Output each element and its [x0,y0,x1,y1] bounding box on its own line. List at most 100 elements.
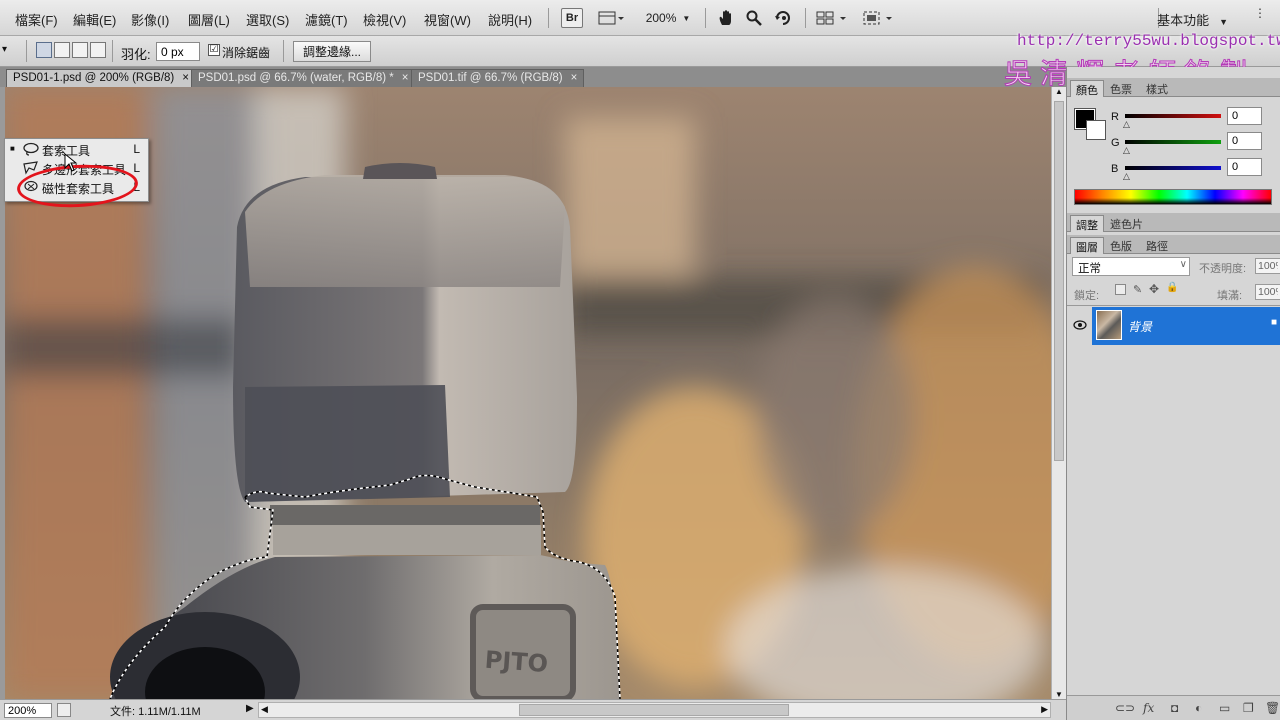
menu-layer[interactable]: 圖層(L) [188,10,230,29]
status-info-menu-icon[interactable]: ▶ [246,703,254,714]
menu-edit[interactable]: 編輯(E) [73,10,116,29]
brush-icon[interactable]: ✎ [1133,283,1142,296]
layers-panel-footer: ⊂⊃ fx ◘ ◐ ▭ ❐ 🗑 [1067,695,1280,720]
add-mask-icon[interactable]: ◘ [1171,701,1178,715]
tab-color[interactable]: 顏色 [1070,80,1104,97]
tool-preset-picker[interactable]: ▾ [2,44,7,55]
hand-icon [719,10,731,25]
feather-input[interactable] [156,42,200,61]
new-group-icon[interactable]: ▭ [1219,701,1230,715]
vertical-scrollbar[interactable]: ▲ ▼ [1051,87,1066,699]
green-value-field[interactable] [1227,132,1262,150]
document-canvas[interactable]: PJTO [5,87,1051,699]
hand-tool-button[interactable] [716,8,736,28]
scroll-right-icon[interactable]: ▶ [1041,704,1048,715]
workspace-switcher[interactable]: 基本功能 ▼ [1157,10,1228,29]
blue-value-field[interactable] [1227,158,1262,176]
blue-channel-label: B [1111,163,1119,175]
tab-styles[interactable]: 樣式 [1141,80,1173,97]
background-color-swatch[interactable] [1086,120,1106,140]
refine-edge-button[interactable]: 調整邊緣... [293,41,371,62]
eye-icon[interactable] [1073,319,1087,333]
antialias-checkbox[interactable]: ☑ [208,44,220,56]
move-icon[interactable]: ✥ [1149,282,1159,296]
menu-image[interactable]: 影像(I) [131,10,169,29]
status-menu-button[interactable] [57,703,71,717]
subtract-from-selection-button[interactable] [72,42,88,58]
blend-mode-dropdown[interactable]: 正常 ∨ [1072,257,1190,276]
red-value-field[interactable] [1227,107,1262,125]
bridge-button[interactable]: Br [561,8,583,28]
blue-slider[interactable] [1125,166,1221,170]
scroll-up-icon[interactable]: ▲ [1055,87,1063,96]
color-spectrum-ramp[interactable] [1074,189,1272,205]
view-extras-button[interactable] [596,8,626,28]
new-layer-icon[interactable]: ❐ [1243,701,1254,715]
adjustment-layer-icon[interactable]: ◐ [1195,701,1202,715]
trash-icon[interactable]: 🗑 [1265,701,1280,715]
layer-thumbnail [1096,310,1122,340]
rotate-view-icon [775,11,790,25]
screen-mode-icon [863,11,892,25]
intersect-selection-button[interactable] [90,42,106,58]
tab-paths[interactable]: 路徑 [1141,237,1173,254]
close-icon[interactable]: × [571,72,578,84]
tab-psd01-1[interactable]: PSD01-1.psd @ 200% (RGB/8) × [6,69,196,87]
add-to-selection-button[interactable] [54,42,70,58]
fx-icon[interactable]: fx [1143,701,1154,715]
lock-icon[interactable]: 🔒 [1166,282,1178,293]
fill-field[interactable] [1255,284,1280,300]
arrange-documents-button[interactable] [815,8,851,28]
shortcut-key: L [133,142,140,156]
status-bar: 文件: 1.11M/1.11M ▶ ◀ ▶ [0,699,1066,720]
panels-dock: 顏色 色票 樣式 R △ G △ B △ 調整 遮色片 圖層 色版 路徑 正常 ∨… [1066,67,1280,720]
tab-adjustments[interactable]: 調整 [1070,215,1104,232]
scrollbar-thumb[interactable] [1054,101,1064,461]
tab-psd01-tif[interactable]: PSD01.tif @ 66.7% (RGB/8) × [411,69,585,87]
menu-view[interactable]: 檢視(V) [363,10,406,29]
watermark-url: http://terry55wu.blogspot.tw [1017,32,1280,50]
window-menu-button[interactable]: ⋮ [1254,6,1268,26]
options-separator [283,40,284,62]
screen-mode-button[interactable] [861,8,897,28]
close-icon[interactable]: × [182,72,189,84]
blend-mode-value: 正常 [1078,263,1101,275]
options-separator [112,40,113,62]
opacity-field[interactable] [1255,258,1280,274]
scroll-down-icon[interactable]: ▼ [1055,690,1063,699]
slider-thumb-icon[interactable]: △ [1123,145,1130,156]
magnifier-icon [746,10,762,26]
tab-swatches[interactable]: 色票 [1105,80,1137,97]
menu-select[interactable]: 選取(S) [246,10,289,29]
green-channel-label: G [1111,137,1120,149]
rotate-view-button[interactable] [772,8,794,28]
slider-thumb-icon[interactable]: △ [1123,171,1130,182]
scrollbar-thumb[interactable] [519,704,789,716]
red-slider[interactable] [1125,114,1221,118]
close-icon[interactable]: × [402,72,409,84]
menu-window[interactable]: 視窗(W) [424,10,471,29]
green-slider[interactable] [1125,140,1221,144]
tab-layers[interactable]: 圖層 [1070,237,1104,254]
menu-help[interactable]: 說明(H) [488,10,532,29]
tab-masks[interactable]: 遮色片 [1105,215,1148,232]
menu-filter[interactable]: 濾鏡(T) [305,10,348,29]
document-info: 文件: 1.11M/1.11M [110,706,201,718]
tab-psd01[interactable]: PSD01.psd @ 66.7% (water, RGB/8) * × [191,69,416,87]
horizontal-scrollbar[interactable]: ◀ ▶ [258,702,1051,718]
link-layers-icon[interactable]: ⊂⊃ [1115,701,1135,715]
lock-transparent-button[interactable] [1115,284,1126,295]
menu-file[interactable]: 檔案(F) [15,10,58,29]
chevron-down-icon: ∨ [1179,259,1187,270]
pointer-cursor-icon [62,152,82,179]
zoom-tool-button[interactable] [744,8,764,28]
slider-thumb-icon[interactable]: △ [1123,119,1130,130]
zoom-level-dropdown[interactable]: 200% ▼ [644,8,692,28]
zoom-field[interactable] [4,703,52,718]
layer-item-background[interactable]: 背景 ■ [1092,307,1280,345]
lock-label: 鎖定: [1074,290,1100,302]
tab-channels[interactable]: 色版 [1105,237,1137,254]
layers-panel-tabs: 圖層 色版 路徑 [1067,235,1280,254]
new-selection-button[interactable] [36,42,52,58]
scroll-left-icon[interactable]: ◀ [261,704,268,715]
